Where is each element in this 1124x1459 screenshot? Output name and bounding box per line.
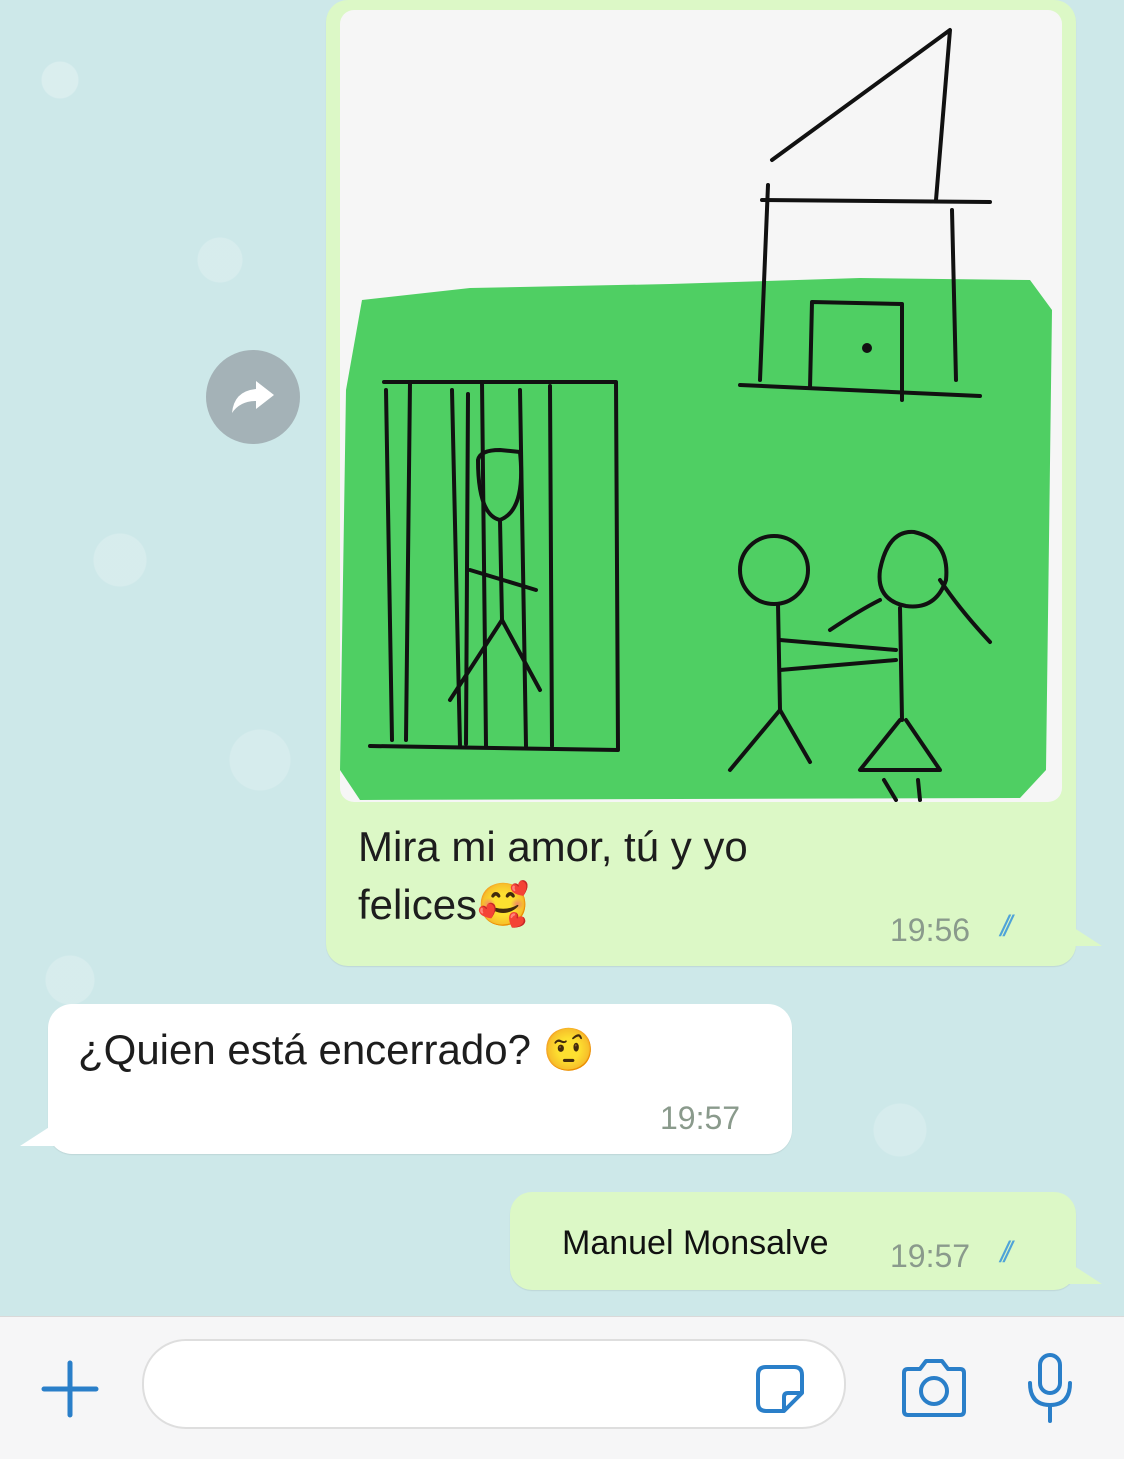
forward-button[interactable] — [206, 350, 300, 444]
message-input[interactable] — [142, 1339, 846, 1429]
sticker-icon — [756, 1365, 804, 1413]
raised-eyebrow-emoji: 🤨 — [542, 1026, 595, 1073]
reply-time: 19:57 — [890, 1238, 971, 1274]
message-time: 19:56 — [890, 912, 971, 948]
camera-icon — [902, 1359, 966, 1417]
reply-message-text: Manuel Monsalve — [562, 1224, 829, 1262]
bubble-tail — [1068, 1262, 1102, 1284]
camera-button[interactable] — [896, 1353, 972, 1423]
caption-line-2: felices🥰 — [358, 876, 878, 934]
smiling-hearts-emoji: 🥰 — [477, 881, 530, 928]
drawing-svg — [340, 28, 1052, 802]
incoming-message-text: ¿Quien está encerrado? 🤨 — [78, 1026, 595, 1075]
plus-icon — [41, 1360, 99, 1418]
image-caption: Mira mi amor, tú y yo felices🥰 — [358, 818, 878, 934]
incoming-time: 19:57 — [660, 1100, 741, 1136]
attach-button[interactable] — [38, 1357, 102, 1421]
microphone-button[interactable] — [1018, 1349, 1082, 1429]
microphone-icon — [1028, 1353, 1072, 1423]
bubble-tail — [1068, 924, 1102, 946]
drawing-image[interactable] — [340, 10, 1062, 802]
bubble-tail — [20, 1124, 54, 1146]
forward-icon — [232, 381, 274, 413]
composer-bar — [0, 1316, 1124, 1459]
sticker-button[interactable] — [748, 1357, 812, 1421]
incoming-text: ¿Quien está encerrado? — [78, 1026, 531, 1073]
caption-line-1: Mira mi amor, tú y yo — [358, 823, 748, 870]
caption-line-2-text: felices — [358, 881, 478, 928]
